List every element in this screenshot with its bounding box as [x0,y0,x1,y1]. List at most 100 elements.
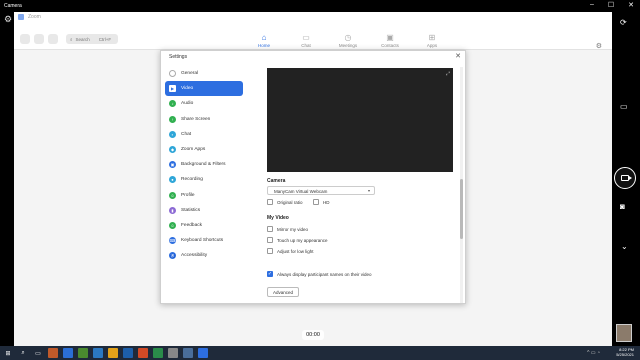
zoom-taskbar-icon[interactable] [198,348,208,358]
tab-label: Contacts [381,43,399,48]
checkbox-label: Adjust for low light [277,248,314,254]
close-icon[interactable]: ✕ [628,1,634,9]
menu-item-zoom-apps[interactable]: ◆ Zoom Apps [165,142,243,157]
tab-label: Apps [426,43,438,48]
powerpoint-icon[interactable] [138,348,148,358]
settings-scrollbar[interactable] [460,67,463,303]
dialog-title: Settings [169,54,188,60]
menu-item-label: Background & Filters [181,162,226,168]
search-icon: ⌕ [70,36,73,42]
display-names-checkbox[interactable]: ✓ Always display participant names on the… [267,271,372,277]
hd-checkbox[interactable]: HD [313,199,330,205]
maximize-icon[interactable]: ☐ [608,1,614,9]
touch-up-checkbox[interactable]: Touch up my appearance [267,237,328,243]
camera-heading: Camera [267,178,286,184]
search-icon[interactable]: ⌕ [18,348,28,358]
app-icon[interactable] [78,348,88,358]
windows-start-icon[interactable]: ⊞ [3,348,13,358]
clock-icon: ◷ [344,33,352,42]
chat-icon: ▪ [169,130,176,138]
menu-item-recording[interactable]: ● Recording [165,172,243,187]
menu-item-video[interactable]: ▶ Video [165,81,243,97]
settings-dialog: Settings ✕ General ▶ Video ♪ Audio ↑ Share … [160,50,466,304]
menu-item-label: Share Screen [181,116,211,122]
menu-item-general[interactable]: General [165,66,243,81]
checkbox-icon [267,199,273,205]
menu-item-label: Statistics [181,207,201,213]
zoom-title: Zoom [28,14,41,20]
original-ratio-checkbox[interactable]: Original ratio [267,199,303,205]
checkbox-icon [267,248,273,254]
camera-switch-icon[interactable]: ⟳ [620,18,627,27]
contacts-icon: ▣ [386,33,394,42]
general-icon [169,70,176,78]
menu-item-background-filters[interactable]: ▣ Background & Filters [165,157,243,172]
camera-select[interactable]: ManyCam Virtual Webcam ▾ [267,186,375,195]
mirror-video-checkbox[interactable]: Mirror my video [267,226,308,232]
checkbox-icon [313,199,319,205]
last-capture-thumbnail[interactable] [616,324,632,342]
menu-item-feedback[interactable]: ☺ Feedback [165,218,243,233]
menu-item-profile[interactable]: ☺ Profile [165,188,243,203]
photo-mode-icon[interactable]: ◙ [620,202,625,211]
menu-item-label: General [181,71,199,77]
menu-item-audio[interactable]: ♪ Audio [165,96,243,111]
word-icon[interactable] [123,348,133,358]
checkmark-icon: ✓ [267,271,273,277]
chevron-down-icon: ▾ [367,188,370,193]
menu-item-label: Zoom Apps [181,147,206,153]
checkbox-label: Mirror my video [277,226,309,232]
folder-icon[interactable] [108,348,118,358]
history-icon[interactable] [48,34,58,44]
app-icon[interactable] [63,348,73,358]
excel-icon[interactable] [153,348,163,358]
tab-contacts[interactable]: ▣ Contacts [376,33,404,49]
camera-settings-gear-icon[interactable]: ⚙ [4,14,12,25]
close-icon[interactable]: ✕ [455,52,461,60]
task-view-icon[interactable]: ▭ [33,348,43,358]
camera-app-title: Camera [4,3,22,9]
back-icon[interactable] [20,34,30,44]
minimize-icon[interactable]: – [590,1,594,9]
zoom-apps-icon: ◆ [169,146,176,154]
chevron-down-icon[interactable]: ⌄ [621,242,628,251]
checkbox-label: Always display participant names on thei… [277,271,372,277]
video-settings-panel: ⤢ Camera ManyCam Virtual Webcam ▾ Origin… [261,65,466,303]
tab-meetings[interactable]: ◷ Meetings [334,33,362,49]
system-tray[interactable]: ^ ▭ ◔ [587,350,600,356]
taskbar-clock[interactable]: 8:22 PM 5/25/2021 [616,347,634,357]
tab-chat[interactable]: ▭ Chat [292,33,320,49]
tab-home[interactable]: ⌂ Home [250,33,278,49]
camera-taskbar-icon[interactable] [183,348,193,358]
zoom-search-box[interactable]: ⌕ Search Ctrl+F [66,34,118,44]
zoom-titlebar: Zoom [14,12,612,22]
recording-icon: ● [169,176,176,184]
expand-icon[interactable]: ⤢ [446,71,450,77]
profile-icon: ☺ [169,191,176,199]
menu-item-statistics[interactable]: ▮ Statistics [165,203,243,218]
menu-item-label: Accessibility [181,253,208,259]
menu-item-chat[interactable]: ▪ Chat [165,127,243,142]
menu-item-share-screen[interactable]: ↑ Share Screen [165,112,243,127]
app-icon[interactable] [48,348,58,358]
scrollbar-thumb[interactable] [460,179,463,239]
tab-label: Chat [301,43,311,48]
low-light-checkbox[interactable]: Adjust for low light [267,248,314,254]
record-video-button[interactable] [614,167,636,189]
advanced-button[interactable]: Advanced [267,287,299,297]
app-icon[interactable] [168,348,178,358]
chat-icon: ▭ [302,33,310,42]
menu-item-label: Video [181,86,194,92]
video-mode-icon[interactable]: ▭ [620,102,628,111]
search-shortcut: Ctrl+F [98,36,112,42]
menu-item-keyboard-shortcuts[interactable]: ⌨ Keyboard Shortcuts [165,233,243,248]
forward-icon[interactable] [34,34,44,44]
menu-item-label: Profile [181,192,195,198]
zoom-settings-gear-icon[interactable]: ⚙ [596,42,602,50]
tab-apps[interactable]: ⊞ Apps [418,34,446,49]
menu-item-accessibility[interactable]: ♿ Accessibility [165,248,243,263]
taskbar: ⊞ ⌕ ▭ ^ ▭ ◔ 8:22 PM 5/25/2021 [0,346,640,360]
menu-item-label: Chat [181,131,192,137]
app-icon[interactable] [93,348,103,358]
home-icon: ⌂ [261,33,267,42]
